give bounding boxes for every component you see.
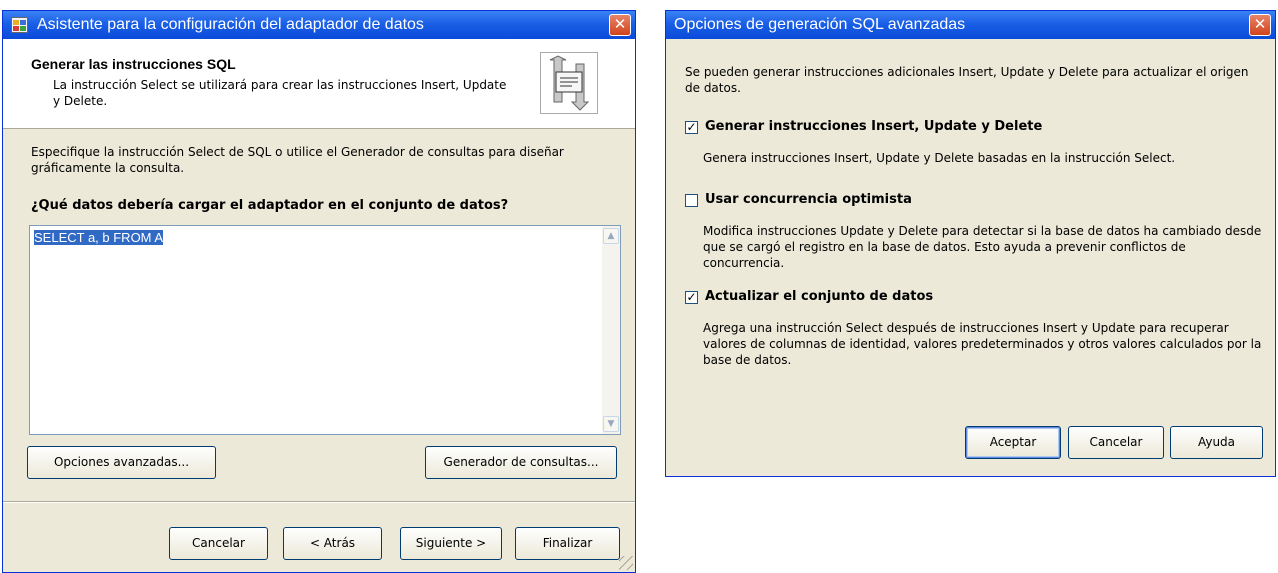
wizard-cancel-button[interactable]: Cancelar xyxy=(169,527,268,560)
wizard-question: ¿Qué datos debería cargar el adaptador e… xyxy=(31,198,509,213)
data-adapter-icon xyxy=(11,17,28,33)
sql-textarea[interactable]: SELECT a, b FROM A ▲ ▼ xyxy=(29,225,621,435)
advanced-cancel-button[interactable]: Cancelar xyxy=(1068,426,1164,459)
optimistic-concurrency-description: Modifica instrucciones Update y Delete p… xyxy=(703,224,1262,270)
generate-statements-description: Genera instrucciones Insert, Update y De… xyxy=(703,151,1176,165)
generate-statements-checkbox[interactable]: ✓ xyxy=(685,121,698,134)
advanced-titlebar[interactable]: Opciones de generación SQL avanzadas ✕ xyxy=(666,11,1275,39)
close-icon[interactable]: ✕ xyxy=(609,14,631,36)
resize-grip-icon[interactable] xyxy=(619,556,633,570)
finish-button[interactable]: Finalizar xyxy=(515,527,620,560)
sql-statement-icon xyxy=(540,52,598,114)
wizard-intro: Especifique la instrucción Select de SQL… xyxy=(31,145,564,175)
advanced-title: Opciones de generación SQL avanzadas xyxy=(674,16,966,33)
wizard-title: Asistente para la configuración del adap… xyxy=(37,16,424,33)
advanced-options-dialog: Opciones de generación SQL avanzadas ✕ S… xyxy=(665,10,1276,477)
wizard-separator xyxy=(3,501,635,503)
generate-statements-label[interactable]: Generar instrucciones Insert, Update y D… xyxy=(705,119,1042,135)
refresh-dataset-description: Agrega una instrucción Select después de… xyxy=(703,321,1262,367)
ok-button[interactable]: Aceptar xyxy=(965,426,1061,459)
optimistic-concurrency-checkbox[interactable] xyxy=(685,194,698,207)
optimistic-concurrency-label[interactable]: Usar concurrencia optimista xyxy=(705,192,912,208)
wizard-header-subtitle: La instrucción Select se utilizará para … xyxy=(53,78,507,108)
wizard-header-title: Generar las instrucciones SQL xyxy=(31,56,236,72)
back-button[interactable]: < Atrás xyxy=(283,527,382,560)
wizard-window: Asistente para la configuración del adap… xyxy=(2,10,636,573)
query-builder-button[interactable]: Generador de consultas... xyxy=(425,446,617,479)
close-icon[interactable]: ✕ xyxy=(1249,14,1271,36)
wizard-titlebar[interactable]: Asistente para la configuración del adap… xyxy=(3,11,635,39)
sql-text: SELECT a, b FROM A xyxy=(34,230,164,245)
scroll-down-icon[interactable]: ▼ xyxy=(603,416,619,432)
refresh-dataset-label[interactable]: Actualizar el conjunto de datos xyxy=(705,289,933,305)
advanced-options-button[interactable]: Opciones avanzadas... xyxy=(27,446,216,479)
wizard-header: Generar las instrucciones SQL La instruc… xyxy=(3,39,635,129)
advanced-intro: Se pueden generar instrucciones adiciona… xyxy=(685,65,1249,95)
next-button[interactable]: Siguiente > xyxy=(400,527,502,560)
refresh-dataset-checkbox[interactable]: ✓ xyxy=(685,291,698,304)
sql-scrollbar[interactable]: ▲ ▼ xyxy=(602,226,620,434)
help-button[interactable]: Ayuda xyxy=(1170,426,1263,459)
scroll-up-icon[interactable]: ▲ xyxy=(603,228,619,244)
